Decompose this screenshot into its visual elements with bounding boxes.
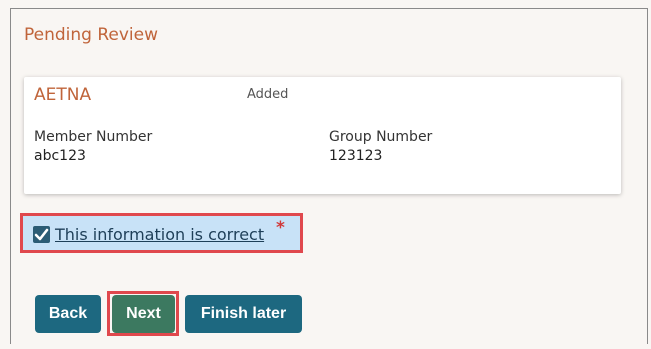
member-number-label: Member Number [34,129,153,145]
back-button[interactable]: Back [35,295,101,333]
member-number-value: abc123 [34,148,86,164]
insurer-name: AETNA [34,85,92,105]
confirm-info-field[interactable]: This information is correct * [20,213,303,253]
insurance-card: AETNA Added Member Number abc123 Group N… [24,77,621,194]
group-number-value: 123123 [329,148,383,164]
group-number-label: Group Number [329,129,433,145]
finish-later-button[interactable]: Finish later [185,295,302,333]
confirm-checkbox[interactable] [33,226,50,243]
required-asterisk: * [276,218,285,238]
checkmark-icon [34,228,49,241]
page-title: Pending Review [24,25,159,45]
next-button[interactable]: Next [112,295,175,333]
status-label: Added [247,87,289,102]
confirm-checkbox-label[interactable]: This information is correct [55,225,264,244]
